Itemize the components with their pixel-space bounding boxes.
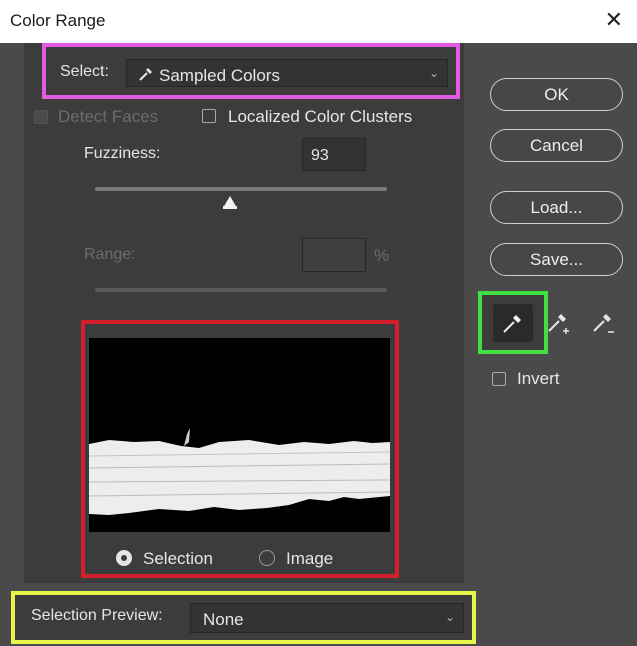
save-button[interactable]: Save...	[490, 243, 623, 276]
close-icon[interactable]: ✕	[605, 7, 623, 33]
select-label: Select:	[60, 63, 109, 80]
radio-dot	[121, 555, 127, 561]
cancel-button[interactable]: Cancel	[490, 129, 623, 162]
detect-faces-checkbox[interactable]	[34, 110, 48, 124]
selection-preview-row: Selection Preview: None ⌄	[11, 591, 476, 644]
select-dropdown[interactable]: Sampled Colors ⌄	[126, 59, 448, 87]
eyedropper-icon	[139, 68, 152, 81]
range-unit: %	[374, 246, 390, 265]
chevron-down-icon: ⌄	[444, 610, 455, 624]
select-value: Sampled Colors	[159, 66, 280, 85]
invert-label: Invert	[517, 369, 560, 388]
selection-preview-dropdown[interactable]: None ⌄	[190, 603, 464, 633]
range-label: Range:	[84, 246, 136, 263]
range-input	[302, 238, 366, 272]
fuzziness-slider-track[interactable]	[95, 187, 387, 191]
selection-radio[interactable]	[116, 550, 132, 566]
select-row: Select: Sampled Colors ⌄	[42, 43, 460, 99]
selection-radio-label: Selection	[143, 549, 213, 568]
fuzziness-input[interactable]: 93	[302, 138, 366, 171]
selection-preview-label: Selection Preview:	[31, 607, 163, 624]
eyedropper-tool-button[interactable]	[493, 304, 533, 342]
title-bar: Color Range ✕	[0, 0, 637, 43]
image-radio-label: Image	[286, 549, 334, 568]
selection-preview-image	[89, 338, 390, 532]
load-button[interactable]: Load...	[490, 191, 623, 224]
range-slider-track	[95, 288, 387, 292]
eyedropper-icon	[503, 315, 521, 333]
detect-faces-label: Detect Faces	[58, 107, 159, 126]
ok-button[interactable]: OK	[490, 78, 623, 111]
eyedropper-minus-icon[interactable]	[590, 309, 618, 337]
preview-mask	[89, 338, 390, 532]
localized-clusters-checkbox[interactable]	[202, 109, 216, 123]
selection-preview-value: None	[203, 610, 244, 629]
localized-clusters-label: Localized Color Clusters	[228, 107, 413, 126]
fuzziness-label: Fuzziness:	[84, 145, 161, 162]
window-title: Color Range	[10, 11, 106, 30]
eyedropper-tool-frame	[478, 291, 548, 354]
image-radio[interactable]	[259, 550, 275, 566]
chevron-down-icon: ⌄	[428, 66, 439, 80]
fuzziness-slider-thumb[interactable]	[221, 195, 239, 211]
invert-checkbox[interactable]	[492, 372, 506, 386]
eyedropper-plus-icon[interactable]	[545, 309, 573, 337]
